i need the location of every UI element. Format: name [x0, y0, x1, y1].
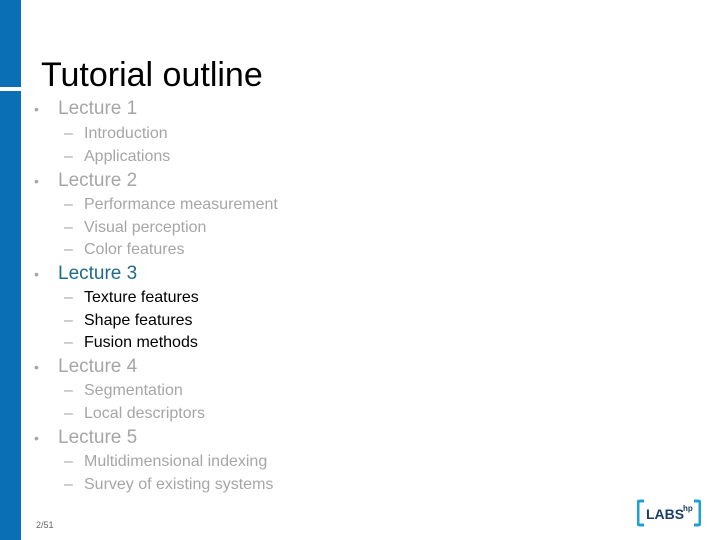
- labs-hp-logo: LABS hp: [636, 499, 702, 527]
- outline-item-label: Lecture 3: [58, 263, 138, 284]
- outline-subitem: – Visual perception: [64, 218, 206, 237]
- dash-icon: –: [64, 312, 73, 329]
- logo-superscript: hp: [683, 504, 693, 513]
- outline-subitem-label: Multidimensional indexing: [84, 453, 268, 470]
- logo-text: LABS: [646, 506, 684, 522]
- outline-item-lecture-1: • Lecture 1: [34, 98, 137, 120]
- outline-subitem-label: Performance measurement: [84, 196, 278, 213]
- outline-subitem: – Local descriptors: [64, 404, 205, 423]
- outline-subitem-label: Survey of existing systems: [84, 476, 274, 493]
- dash-icon: –: [64, 125, 73, 142]
- outline-subitem-label: Texture features: [84, 289, 199, 306]
- outline-subitem-label: Local descriptors: [84, 405, 205, 422]
- outline-subitem: – Segmentation: [64, 381, 183, 400]
- dash-icon: –: [64, 219, 73, 236]
- outline-subitem-label: Fusion methods: [84, 334, 198, 351]
- dash-icon: –: [64, 334, 73, 351]
- dash-icon: –: [64, 405, 73, 422]
- page-number: 2/51: [36, 520, 54, 530]
- outline-subitem: – Color features: [64, 240, 185, 259]
- outline-item-label: Lecture 4: [58, 356, 138, 377]
- outline-subitem: – Shape features: [64, 311, 193, 330]
- bullet-icon: •: [34, 173, 39, 189]
- outline-item-lecture-2: • Lecture 2: [34, 170, 137, 192]
- outline-item-lecture-5: • Lecture 5: [34, 427, 137, 449]
- outline-subitem-label: Segmentation: [84, 382, 183, 399]
- outline-subitem: – Texture features: [64, 288, 199, 307]
- bullet-icon: •: [34, 359, 39, 375]
- dash-icon: –: [64, 453, 73, 470]
- outline-subitem-label: Shape features: [84, 312, 193, 329]
- bullet-icon: •: [34, 430, 39, 446]
- outline-item-lecture-4: • Lecture 4: [34, 356, 137, 378]
- outline-subitem: – Multidimensional indexing: [64, 452, 267, 471]
- bullet-icon: •: [34, 266, 39, 282]
- labs-hp-logo-icon: LABS hp: [636, 499, 702, 527]
- outline-item-label: Lecture 2: [58, 170, 138, 191]
- outline-item-lecture-3: • Lecture 3: [34, 263, 137, 285]
- dash-icon: –: [64, 148, 73, 165]
- bullet-icon: •: [34, 101, 39, 117]
- outline-item-label: Lecture 1: [58, 98, 138, 119]
- outline-subitem-label: Applications: [84, 148, 171, 165]
- outline-subitem: – Fusion methods: [64, 333, 198, 352]
- dash-icon: –: [64, 196, 73, 213]
- outline-subitem-label: Color features: [84, 241, 185, 258]
- dash-icon: –: [64, 289, 73, 306]
- outline-subitem-label: Introduction: [84, 125, 168, 142]
- outline-subitem-label: Visual perception: [84, 219, 207, 236]
- outline-item-label: Lecture 5: [58, 427, 138, 448]
- outline-subitem: – Performance measurement: [64, 195, 278, 214]
- dash-icon: –: [64, 382, 73, 399]
- dash-icon: –: [64, 476, 73, 493]
- outline-subitem: – Introduction: [64, 124, 168, 143]
- outline-subitem: – Survey of existing systems: [64, 475, 273, 494]
- dash-icon: –: [64, 241, 73, 258]
- outline-subitem: – Applications: [64, 147, 170, 166]
- outline-list: • Lecture 1 – Introduction – Applications •…: [0, 0, 720, 540]
